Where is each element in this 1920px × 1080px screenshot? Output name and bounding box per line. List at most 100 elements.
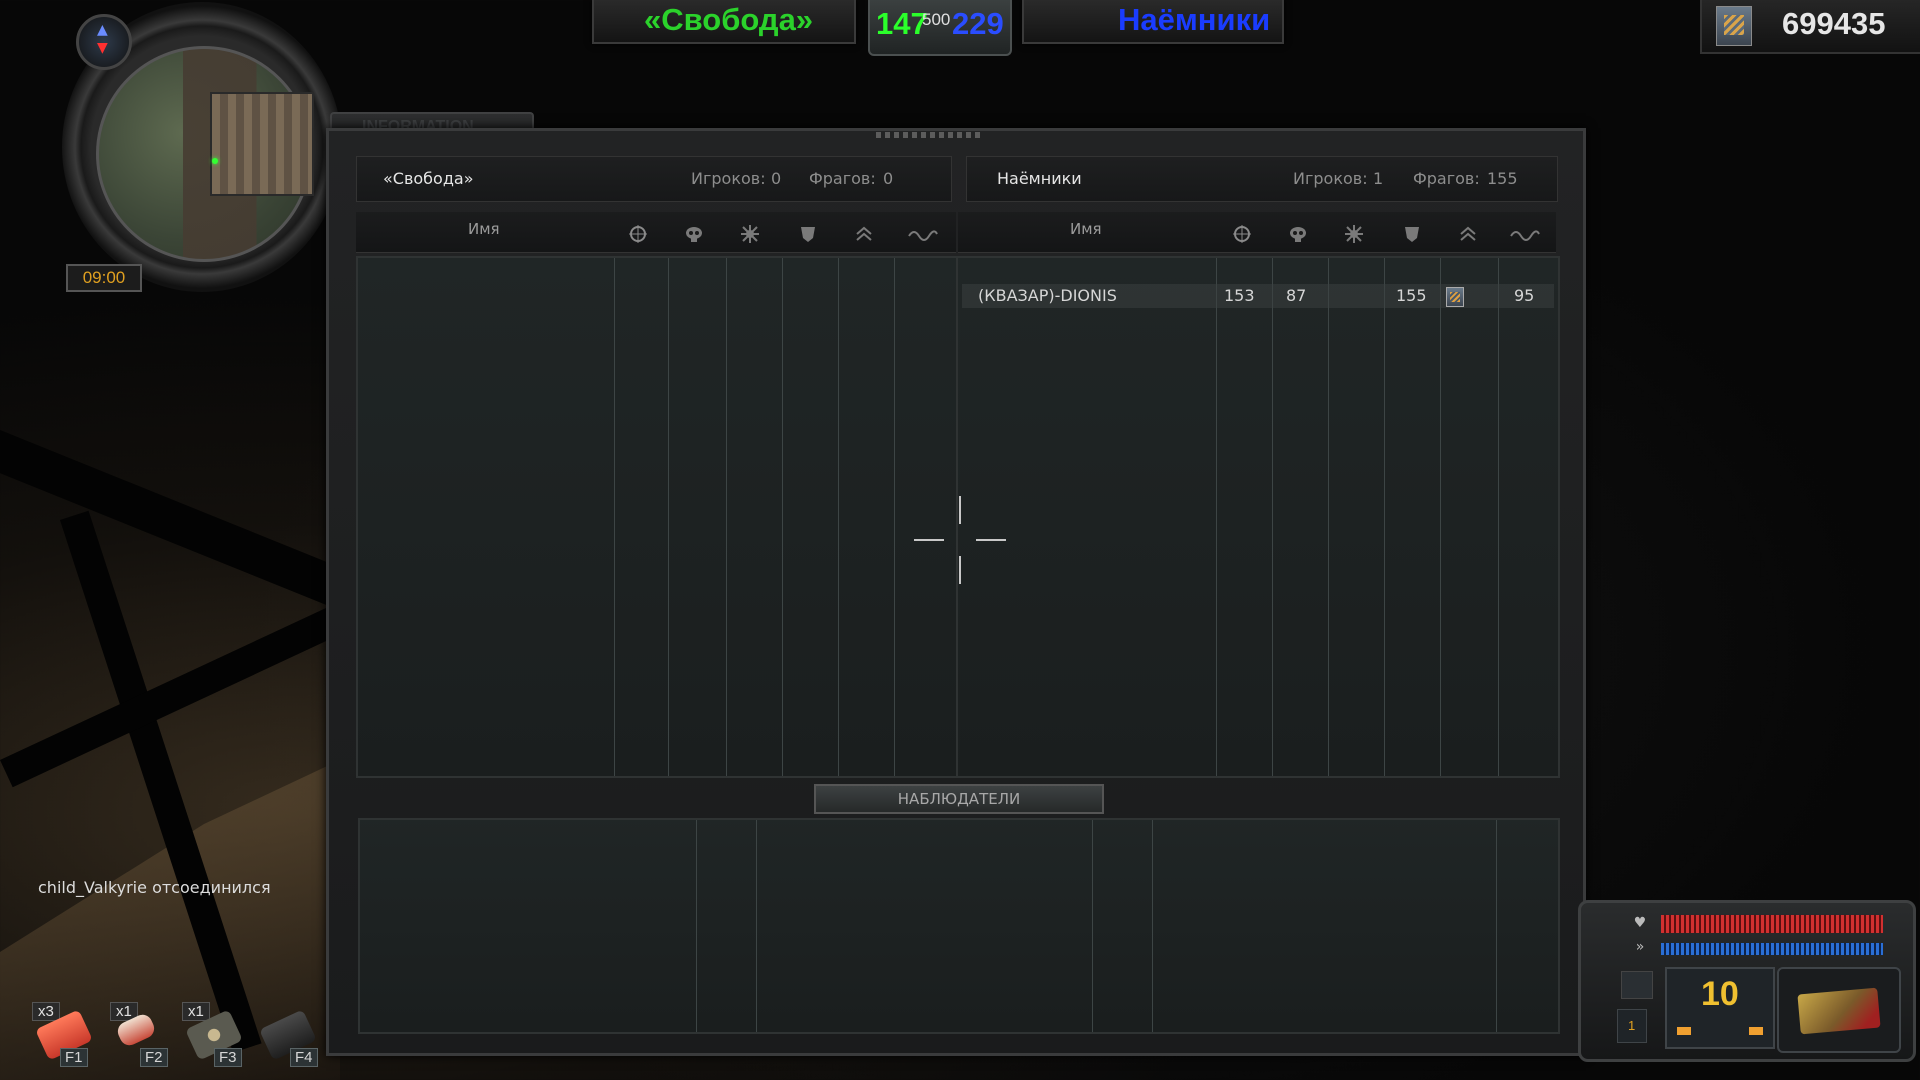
right-column-header: Имя bbox=[958, 212, 1556, 253]
right-team-name: Наёмники bbox=[997, 169, 1082, 188]
slot-qty: x3 bbox=[32, 1002, 60, 1021]
compass-north-icon: ▲ bbox=[97, 22, 108, 38]
player-ping: 95 bbox=[1514, 286, 1535, 305]
column-divider bbox=[1272, 258, 1273, 776]
slot-key: F1 bbox=[60, 1048, 88, 1067]
column-divider bbox=[1328, 258, 1329, 776]
compass-south-icon: ▼ bbox=[97, 40, 108, 56]
player-rank-icon bbox=[1446, 287, 1464, 307]
slot-qty: x1 bbox=[182, 1002, 210, 1021]
health-heart-icon: ♥ bbox=[1633, 915, 1647, 931]
left-players-count: 0 bbox=[771, 169, 782, 188]
minimap-building bbox=[210, 92, 314, 196]
skull-icon bbox=[686, 227, 702, 242]
column-divider bbox=[668, 258, 669, 776]
slot-key: F4 bbox=[290, 1048, 318, 1067]
ammo-box-icon bbox=[1797, 987, 1881, 1035]
grenade-counter: 1 bbox=[1617, 1009, 1647, 1043]
hud-slot-icon bbox=[1621, 971, 1653, 999]
stamina-bar bbox=[1661, 943, 1883, 955]
column-divider bbox=[782, 258, 783, 776]
crosshair-icon bbox=[629, 225, 647, 243]
shield-icon bbox=[801, 227, 815, 242]
column-divider bbox=[614, 258, 615, 776]
quick-slot-2[interactable]: x1 F2 bbox=[110, 1002, 170, 1072]
right-players-label: Игроков: bbox=[1293, 169, 1368, 188]
game-clock: 09:00 bbox=[66, 264, 142, 292]
crosshair-bottom bbox=[959, 556, 961, 584]
column-divider bbox=[1216, 258, 1217, 776]
column-divider bbox=[1440, 258, 1441, 776]
quick-slot-3[interactable]: x1 F3 bbox=[182, 1002, 243, 1072]
panel-decor-dots bbox=[876, 132, 980, 138]
team-bar-right: Наёмники bbox=[1022, 0, 1284, 44]
column-divider bbox=[838, 258, 839, 776]
left-frags-count: 0 bbox=[883, 169, 894, 188]
shield-icon bbox=[1405, 227, 1419, 242]
player-kills: 153 bbox=[1224, 286, 1255, 305]
left-frags-label: Фрагов: bbox=[809, 169, 876, 188]
spectators-label: НАБЛЮДАТЕЛИ bbox=[814, 784, 1104, 814]
money-value: 699435 bbox=[1782, 6, 1886, 41]
right-team-player-list[interactable] bbox=[956, 256, 1560, 778]
score-box: 147 500 229 bbox=[868, 0, 1012, 56]
skull-icon bbox=[1290, 227, 1306, 242]
ammo-mode-marks bbox=[1677, 1027, 1763, 1035]
left-team-header: «Свобода» Игроков: 0 Фрагов: 0 bbox=[356, 156, 952, 202]
column-divider bbox=[1384, 258, 1385, 776]
left-col-name: Имя bbox=[468, 220, 500, 238]
right-players-count: 1 bbox=[1373, 169, 1384, 188]
rank-icon bbox=[1716, 6, 1752, 46]
quick-slot-4[interactable]: F4 bbox=[256, 1002, 318, 1072]
left-column-header: Имя bbox=[356, 212, 956, 253]
compass-icon: ▲ ▼ bbox=[76, 14, 132, 70]
money-box: 699435 bbox=[1700, 0, 1920, 54]
player-marker-icon bbox=[212, 158, 218, 164]
player-deaths: 87 bbox=[1286, 286, 1307, 305]
health-bar bbox=[1661, 915, 1883, 933]
rank-chevron-icon bbox=[856, 226, 872, 241]
team-left-name: «Свобода» bbox=[644, 2, 814, 37]
right-team-header: Наёмники Игроков: 1 Фрагов: 155 bbox=[966, 156, 1558, 202]
column-divider bbox=[756, 820, 757, 1032]
team-bar-left: «Свобода» bbox=[592, 0, 856, 44]
weapon-slot bbox=[1777, 967, 1901, 1053]
burst-icon bbox=[1345, 225, 1363, 243]
quick-slot-1[interactable]: x3 F1 bbox=[32, 1002, 93, 1072]
left-team-name: «Свобода» bbox=[383, 169, 474, 188]
crosshair-left bbox=[914, 539, 944, 541]
chat-player-name: child_Valkyrie bbox=[38, 878, 147, 897]
player-name: (КВАЗАР)-DIONIS bbox=[978, 286, 1117, 305]
column-divider bbox=[1498, 258, 1499, 776]
team-right-name: Наёмники bbox=[1118, 2, 1271, 37]
score-limit: 500 bbox=[922, 10, 951, 29]
column-divider bbox=[726, 258, 727, 776]
ping-wave-icon bbox=[1510, 230, 1540, 241]
burst-icon bbox=[741, 225, 759, 243]
ping-wave-icon bbox=[908, 230, 938, 241]
slot-key: F3 bbox=[214, 1048, 242, 1067]
ammo-counter: 10 bbox=[1665, 967, 1775, 1049]
stamina-icon: » bbox=[1635, 939, 1645, 955]
spectators-list[interactable] bbox=[358, 818, 1560, 1034]
right-frags-count: 155 bbox=[1487, 169, 1518, 188]
rank-chevron-icon bbox=[1460, 226, 1476, 241]
column-divider bbox=[1152, 820, 1153, 1032]
crosshair-icon bbox=[1233, 225, 1251, 243]
column-divider bbox=[1092, 820, 1093, 1032]
chat-text: отсоединился bbox=[152, 878, 271, 897]
right-frags-label: Фрагов: bbox=[1413, 169, 1480, 188]
player-frags: 155 bbox=[1396, 286, 1427, 305]
column-divider bbox=[894, 258, 895, 776]
column-divider bbox=[1496, 820, 1497, 1032]
score-right: 229 bbox=[952, 6, 1004, 41]
column-divider bbox=[696, 820, 697, 1032]
right-col-name: Имя bbox=[1070, 220, 1102, 238]
score-left: 147 bbox=[876, 6, 928, 41]
left-players-label: Игроков: bbox=[691, 169, 766, 188]
left-team-player-list[interactable] bbox=[356, 256, 960, 778]
chat-message: child_Valkyrie отсоединился bbox=[38, 878, 271, 897]
slot-key: F2 bbox=[140, 1048, 168, 1067]
grenade-count: 1 bbox=[1628, 1018, 1636, 1033]
crosshair-right bbox=[976, 539, 1006, 541]
